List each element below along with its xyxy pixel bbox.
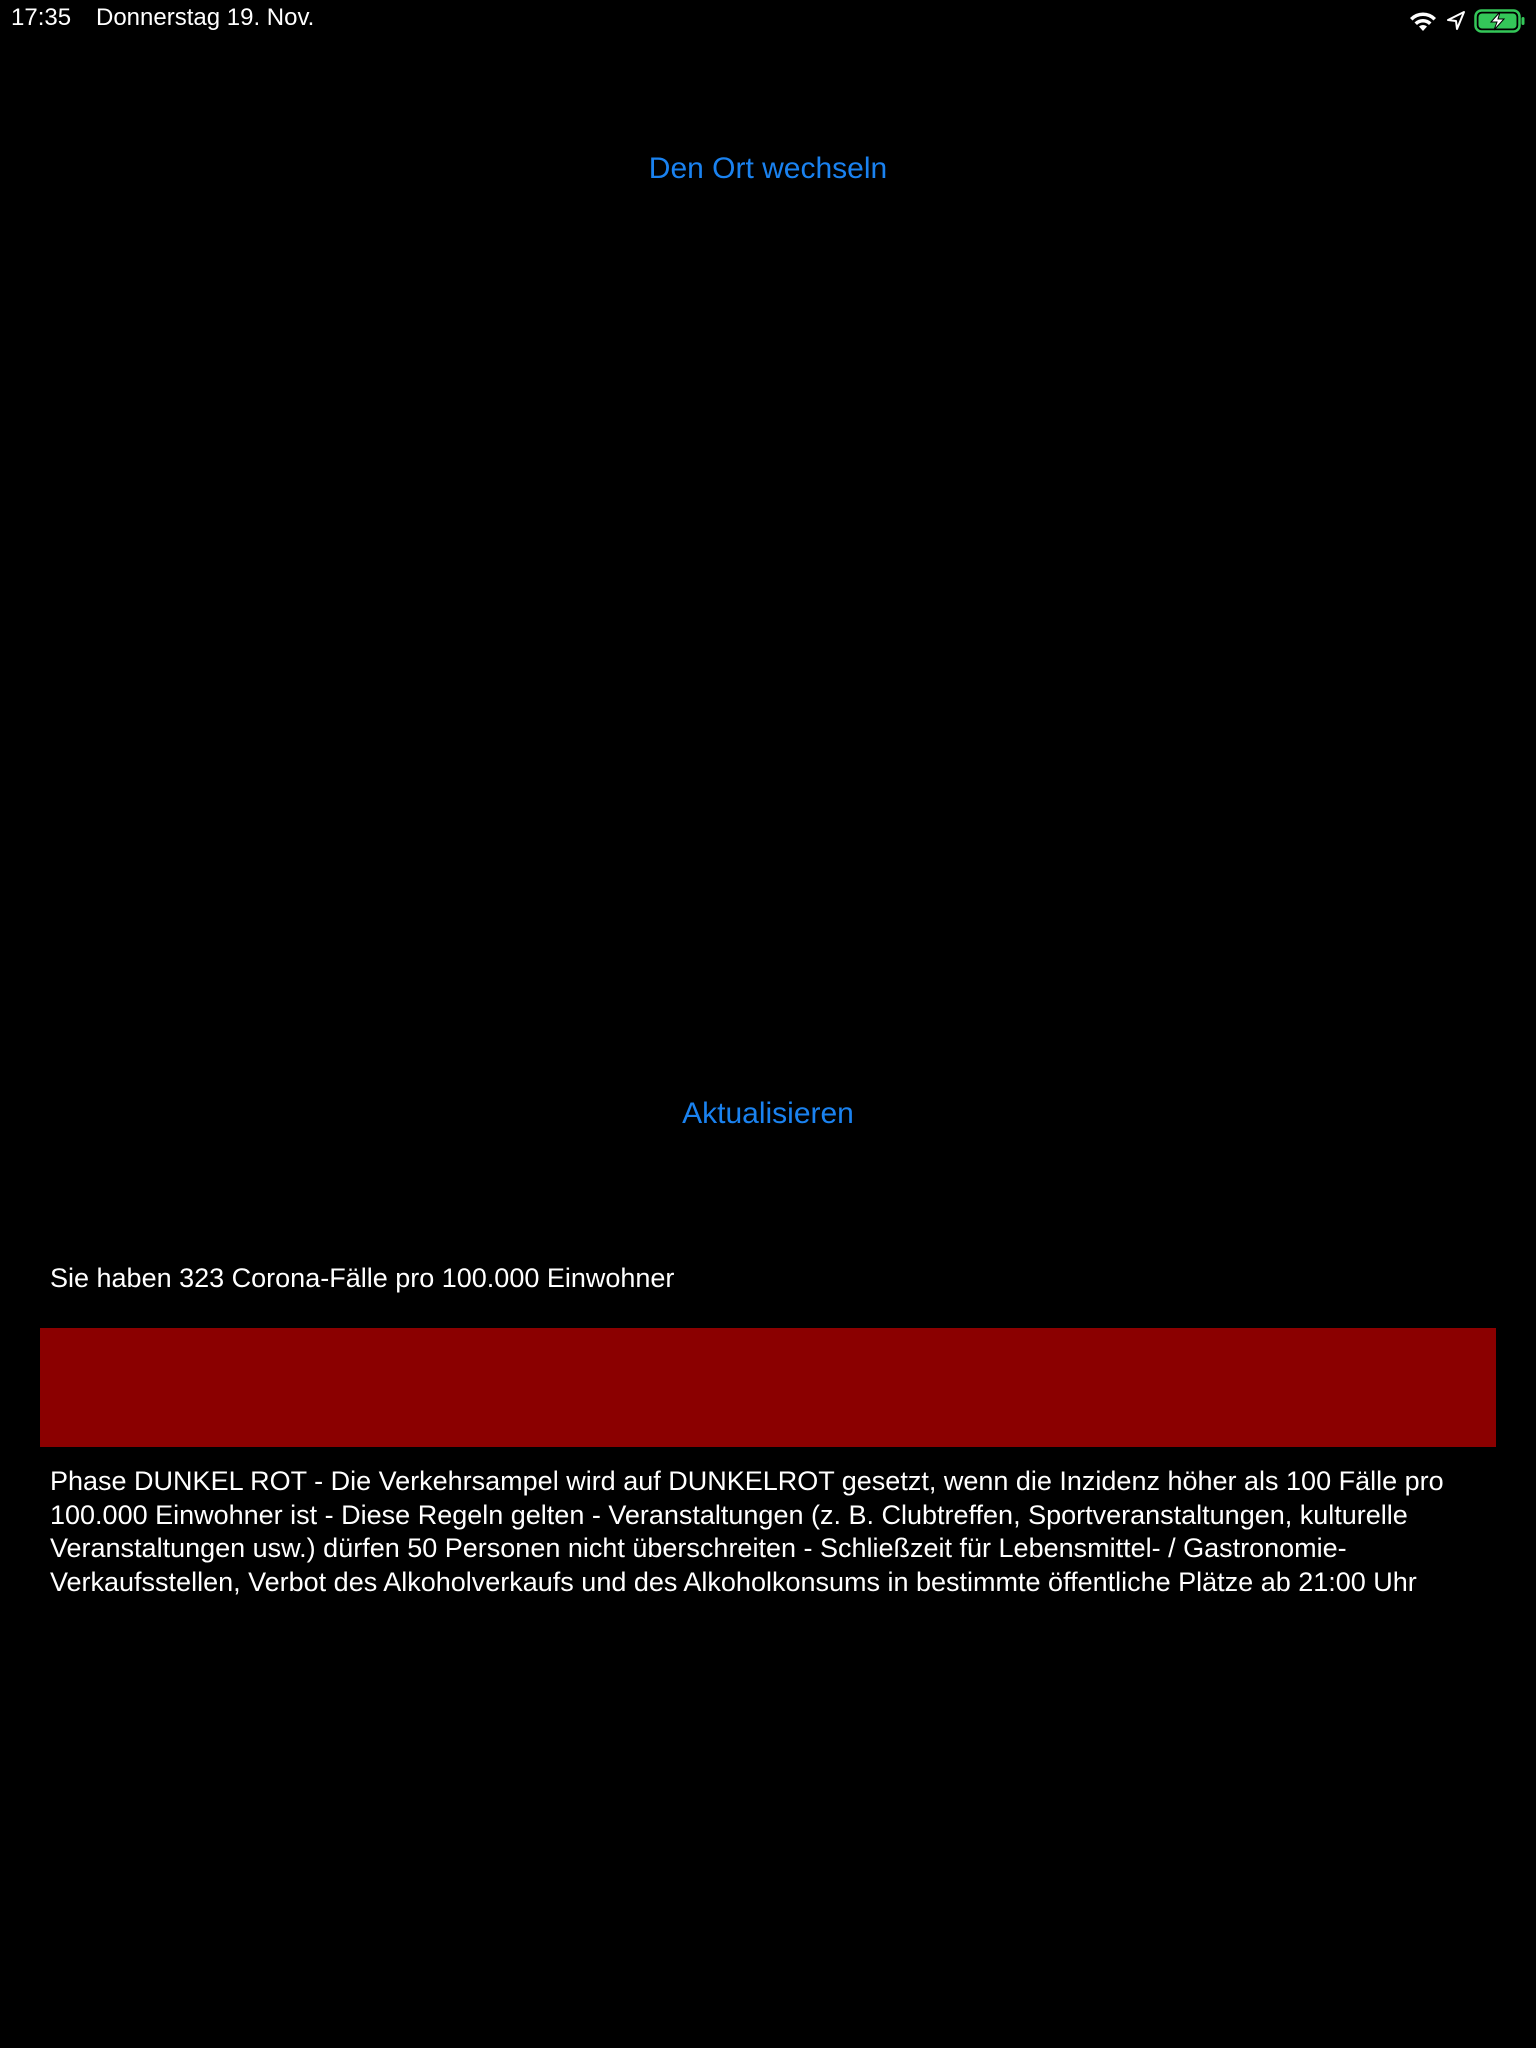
- incidence-text: Sie haben 323 Corona-Fälle pro 100.000 E…: [50, 1263, 675, 1293]
- status-time: 17:35: [11, 4, 72, 31]
- location-arrow-icon: [1446, 10, 1466, 32]
- phase-description: Phase DUNKEL ROT - Die Verkehrsampel wir…: [50, 1466, 1444, 1597]
- phase-color-indicator: [40, 1328, 1496, 1447]
- battery-charging-icon: [1474, 8, 1526, 34]
- change-location-button[interactable]: Den Ort wechseln: [0, 152, 1536, 186]
- status-icons: [1408, 6, 1526, 36]
- refresh-button[interactable]: Aktualisieren: [0, 1097, 1536, 1131]
- wifi-icon: [1408, 9, 1438, 33]
- status-bar: 17:35 Donnerstag 19. Nov.: [0, 0, 1536, 40]
- status-date: Donnerstag 19. Nov.: [96, 4, 315, 31]
